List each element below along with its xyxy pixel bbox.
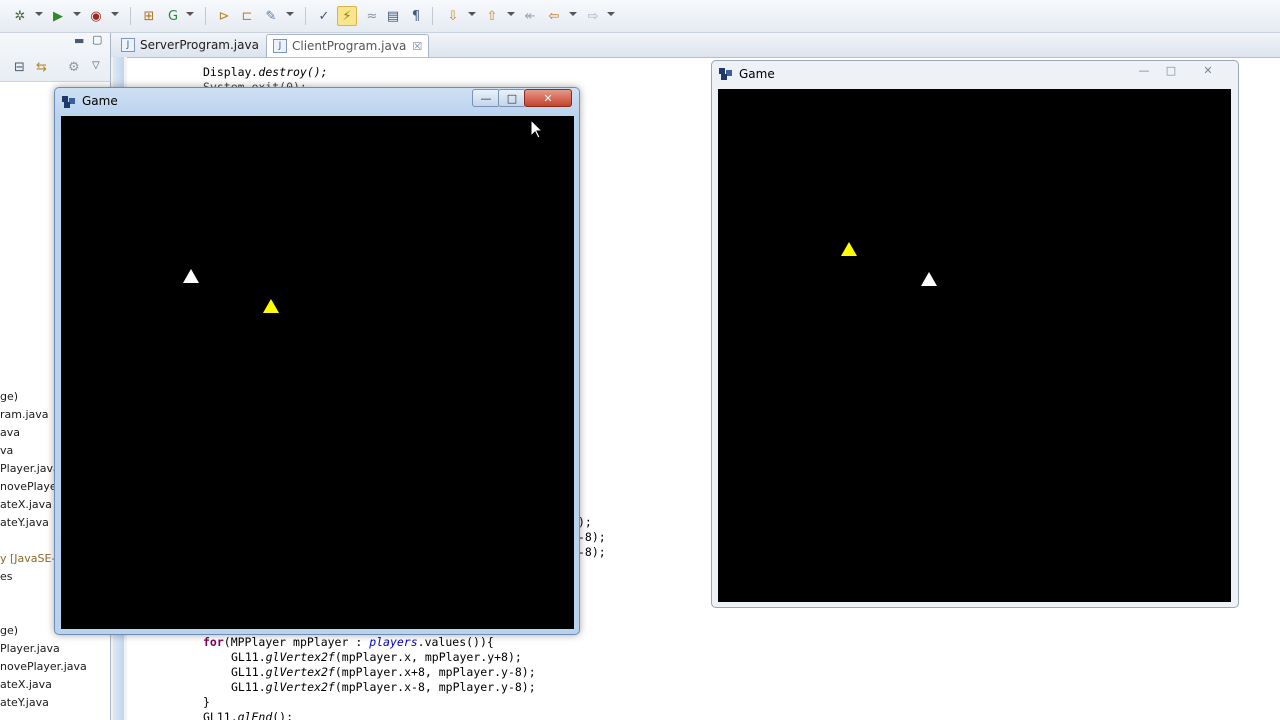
code-line-fragment: -8); bbox=[578, 530, 606, 544]
tree-item[interactable]: ateX.java bbox=[0, 678, 52, 691]
tab-client-program[interactable]: J ClientProgram.java ☒ bbox=[266, 34, 430, 57]
toggle-mark-icon[interactable]: ✓ bbox=[314, 6, 334, 26]
java-file-icon: J bbox=[121, 38, 135, 52]
back-icon[interactable]: ⇦ bbox=[544, 6, 564, 26]
next-annotation-dropdown-icon[interactable] bbox=[468, 12, 476, 16]
game-canvas[interactable] bbox=[718, 89, 1231, 602]
run-dropdown-icon[interactable] bbox=[73, 12, 81, 16]
maximize-view-icon[interactable]: ▢ bbox=[92, 33, 102, 46]
last-edit-icon[interactable]: ↞ bbox=[520, 6, 540, 26]
collapse-all-icon[interactable]: ⊟ bbox=[14, 60, 25, 75]
highlight-icon[interactable]: ⚡ bbox=[337, 6, 357, 26]
java-file-icon: J bbox=[273, 39, 287, 53]
toolbar-separator bbox=[130, 7, 131, 25]
tree-item[interactable]: ateY.java bbox=[0, 516, 49, 529]
previous-annotation-icon[interactable]: ⇧ bbox=[482, 6, 502, 26]
back-dropdown-icon[interactable] bbox=[569, 12, 577, 16]
tree-item[interactable]: ava bbox=[0, 426, 20, 439]
mouse-cursor-icon bbox=[531, 120, 543, 139]
tree-item[interactable]: es bbox=[0, 570, 13, 583]
maximize-button[interactable]: □ bbox=[1158, 62, 1184, 78]
tab-server-program[interactable]: J ServerProgram.java bbox=[115, 34, 265, 56]
java-app-icon bbox=[62, 96, 75, 108]
tree-item[interactable]: ateY.java bbox=[0, 696, 49, 709]
editor-tab-bar: J ServerProgram.java J ClientProgram.jav… bbox=[111, 33, 1280, 58]
open-type-icon[interactable]: ⊳ bbox=[214, 6, 234, 26]
tree-item[interactable]: ram.java bbox=[0, 408, 49, 421]
new-class-dropdown-icon[interactable] bbox=[186, 12, 194, 16]
code-line-fragment: ); bbox=[578, 515, 592, 529]
main-toolbar: ✲ ▶ ◉ ⊞ G ⊳ ⊏ ✎ ✓ ⚡ ≈ ▤ ¶ ⇩ ⇧ ↞ ⇦ ⇨ bbox=[0, 0, 1280, 33]
toolbar-separator bbox=[432, 7, 433, 25]
external-tools-dropdown-icon[interactable] bbox=[111, 12, 119, 16]
minimize-button[interactable]: — bbox=[472, 89, 500, 107]
view-dropdown-icon[interactable]: ▽ bbox=[92, 60, 100, 71]
run-icon[interactable]: ▶ bbox=[48, 6, 68, 26]
link-editor-icon[interactable]: ⇆ bbox=[36, 60, 47, 75]
next-annotation-icon[interactable]: ⇩ bbox=[443, 6, 463, 26]
tree-item[interactable]: ge) bbox=[0, 390, 18, 403]
view-menu-icon[interactable]: ⚙ bbox=[68, 60, 80, 75]
maximize-button[interactable]: □ bbox=[498, 89, 526, 107]
code-line: GL11.glEnd(); bbox=[203, 710, 294, 720]
game-window-server[interactable]: Game — □ ✕ bbox=[54, 87, 580, 635]
tree-item[interactable]: Player.java bbox=[0, 642, 60, 655]
code-line-for: for(MPPlayer mpPlayer : players.values()… bbox=[203, 635, 494, 649]
minimize-view-icon[interactable]: ▬ bbox=[74, 34, 84, 47]
external-tools-icon[interactable]: ◉ bbox=[86, 6, 106, 26]
close-tab-icon[interactable]: ☒ bbox=[412, 40, 422, 53]
code-line: GL11.glVertex2f(mpPlayer.x-8, mpPlayer.y… bbox=[231, 680, 536, 694]
game-window-client[interactable]: Game — □ ✕ bbox=[711, 60, 1239, 608]
tree-item[interactable]: ge) bbox=[0, 624, 18, 637]
open-folder-icon[interactable]: ⊏ bbox=[237, 6, 257, 26]
previous-annotation-dropdown-icon[interactable] bbox=[507, 12, 515, 16]
tree-item[interactable]: va bbox=[0, 444, 13, 457]
whitespace-icon[interactable]: ≈ bbox=[362, 6, 382, 26]
code-line: } bbox=[203, 695, 210, 709]
code-line: GL11.glVertex2f(mpPlayer.x+8, mpPlayer.y… bbox=[231, 665, 536, 679]
minimize-button[interactable]: — bbox=[1131, 62, 1157, 78]
toolbar-separator bbox=[205, 7, 206, 25]
player-triangle bbox=[263, 299, 279, 313]
pilcrow-icon[interactable]: ¶ bbox=[406, 6, 426, 26]
player-triangle bbox=[921, 272, 937, 286]
close-button[interactable]: ✕ bbox=[1187, 62, 1229, 78]
tab-label: ClientProgram.java bbox=[292, 39, 407, 53]
tree-item[interactable]: novePlayer bbox=[0, 480, 61, 493]
code-line: Display.destroy(); bbox=[203, 65, 328, 79]
window-title: Game bbox=[82, 94, 118, 108]
new-package-icon[interactable]: ⊞ bbox=[139, 6, 159, 26]
forward-dropdown-icon[interactable] bbox=[607, 12, 615, 16]
player-triangle bbox=[183, 269, 199, 283]
debug-icon[interactable]: ✲ bbox=[10, 6, 30, 26]
tree-item[interactable]: ateX.java bbox=[0, 498, 52, 511]
close-button[interactable]: ✕ bbox=[524, 89, 572, 107]
code-line: GL11.glVertex2f(mpPlayer.x, mpPlayer.y+8… bbox=[231, 650, 522, 664]
code-line-partial: System.exit(0); bbox=[203, 80, 307, 87]
code-line-fragment: -8); bbox=[578, 545, 606, 559]
window-title: Game bbox=[739, 67, 775, 81]
search-icon[interactable]: ✎ bbox=[261, 6, 281, 26]
game-canvas[interactable] bbox=[61, 116, 574, 629]
block-selection-icon[interactable]: ▤ bbox=[383, 6, 403, 26]
tab-label: ServerProgram.java bbox=[140, 38, 259, 52]
java-app-icon bbox=[719, 68, 732, 80]
tree-item[interactable]: novePlayer.java bbox=[0, 660, 87, 673]
tree-item[interactable]: Player.java bbox=[0, 462, 60, 475]
player-triangle bbox=[841, 242, 857, 256]
new-class-icon[interactable]: G bbox=[163, 6, 183, 26]
package-explorer-header: ▬ ▢ ⊟ ⇆ ⚙ ▽ bbox=[0, 33, 110, 82]
toolbar-separator bbox=[305, 7, 306, 25]
search-dropdown-icon[interactable] bbox=[286, 12, 294, 16]
forward-icon[interactable]: ⇨ bbox=[583, 6, 603, 26]
debug-dropdown-icon[interactable] bbox=[35, 12, 43, 16]
